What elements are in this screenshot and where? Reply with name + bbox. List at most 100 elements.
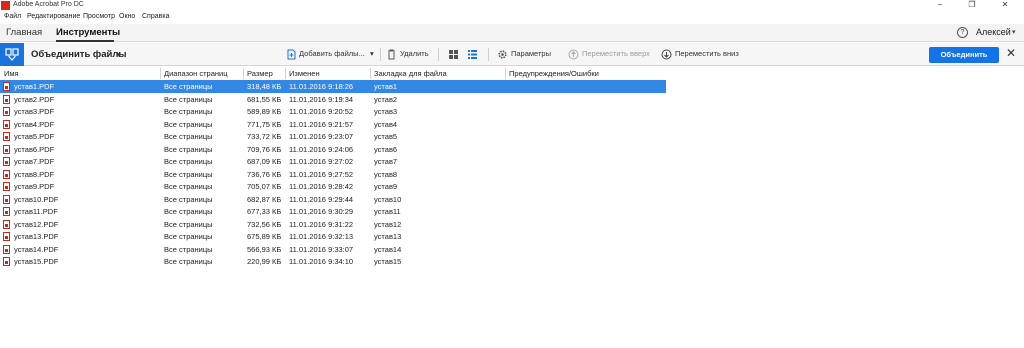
table-row[interactable]: устав15.PDF Все страницы 220,99 КБ 11.01.20…	[0, 255, 666, 268]
table-row[interactable]: устав10.PDF Все страницы 682,87 КБ 11.01.20…	[0, 193, 666, 206]
tool-title-caret-icon[interactable]: ▾	[117, 49, 121, 61]
table-row[interactable]: устав14.PDF Все страницы 566,93 КБ 11.01.20…	[0, 243, 666, 256]
table-row[interactable]: устав1.PDF Все страницы 318,48 КБ 11.01.201…	[0, 80, 666, 93]
page-range-cell[interactable]: Все страницы	[164, 170, 213, 179]
window-close-button[interactable]: ✕	[990, 0, 1020, 11]
close-tool-icon[interactable]: ✕	[1006, 46, 1016, 60]
help-icon[interactable]: ?	[957, 27, 968, 38]
page-range-cell[interactable]: Все страницы	[164, 207, 213, 216]
menu-file[interactable]: Файл	[4, 13, 21, 20]
page-range-cell[interactable]: Все страницы	[164, 82, 213, 91]
page-range-cell[interactable]: Все страницы	[164, 132, 213, 141]
menu-help[interactable]: Справка	[142, 13, 169, 20]
file-name-cell: устав11.PDF	[14, 207, 58, 216]
page-range-cell[interactable]: Все страницы	[164, 195, 213, 204]
table-row[interactable]: устав12.PDF Все страницы 732,56 КБ 11.01.20…	[0, 218, 666, 231]
menu-bar: Файл Редактирование Просмотр Окно Справк…	[0, 12, 1024, 23]
bookmark-cell[interactable]: устав15	[374, 257, 401, 266]
file-size-cell: 681,55 КБ	[247, 94, 282, 104]
list-view-icon[interactable]	[467, 49, 478, 60]
modified-date-cell: 11.01.2016 9:34:10	[289, 257, 354, 266]
bookmark-cell[interactable]: устав11	[374, 207, 401, 216]
column-page-range[interactable]: Диапазон страниц	[164, 69, 228, 78]
file-size-cell: 677,33 КБ	[247, 207, 282, 216]
pdf-file-icon	[3, 144, 10, 154]
table-row[interactable]: устав4.PDF Все страницы 771,75 КБ 11.01.201…	[0, 118, 666, 131]
combine-button[interactable]: Объединить	[929, 47, 999, 63]
menu-window[interactable]: Окно	[119, 13, 135, 20]
grid-view-icon[interactable]	[448, 49, 459, 60]
column-name[interactable]: Имя	[4, 69, 19, 78]
toolbar-divider	[380, 48, 381, 61]
bookmark-cell[interactable]: устав1	[374, 82, 397, 91]
add-files-button[interactable]: Добавить файлы...	[299, 48, 365, 60]
bookmark-cell[interactable]: устав10	[374, 195, 401, 204]
tab-tools[interactable]: Инструменты	[56, 27, 120, 38]
page-range-cell[interactable]: Все страницы	[164, 182, 213, 191]
bookmark-cell[interactable]: устав14	[374, 245, 401, 254]
page-range-cell[interactable]: Все страницы	[164, 145, 213, 154]
page-range-cell[interactable]: Все страницы	[164, 120, 213, 129]
table-row[interactable]: устав5.PDF Все страницы 733,72 КБ 11.01.201…	[0, 130, 666, 143]
bookmark-cell[interactable]: устав9	[374, 182, 397, 191]
bookmark-cell[interactable]: устав12	[374, 220, 401, 229]
file-name-cell: устав9.PDF	[14, 182, 55, 191]
page-range-cell[interactable]: Все страницы	[164, 157, 213, 166]
column-modified[interactable]: Изменен	[289, 69, 320, 78]
bookmark-cell[interactable]: устав8	[374, 170, 397, 179]
table-row[interactable]: устав2.PDF Все страницы 681,55 КБ 11.01.201…	[0, 93, 666, 106]
bookmark-cell[interactable]: устав6	[374, 145, 397, 154]
page-range-cell[interactable]: Все страницы	[164, 107, 213, 116]
bookmark-cell[interactable]: устав2	[374, 95, 397, 104]
tab-home[interactable]: Главная	[6, 27, 42, 38]
table-row[interactable]: устав9.PDF Все страницы 705,07 КБ 11.01.201…	[0, 180, 666, 193]
page-range-cell[interactable]: Все страницы	[164, 95, 213, 104]
column-divider[interactable]	[160, 68, 161, 79]
column-divider[interactable]	[505, 68, 506, 79]
add-files-icon[interactable]	[286, 49, 297, 60]
pdf-file-icon	[3, 232, 10, 241]
column-bookmark[interactable]: Закладка для файла	[374, 69, 447, 78]
bookmark-cell[interactable]: устав13	[374, 232, 401, 241]
page-range-cell[interactable]: Все страницы	[164, 245, 213, 254]
page-range-cell[interactable]: Все страницы	[164, 232, 213, 241]
table-row[interactable]: устав7.PDF Все страницы 687,09 КБ 11.01.201…	[0, 155, 666, 168]
column-warnings[interactable]: Предупреждения/Ошибки	[509, 69, 599, 78]
gear-icon[interactable]	[497, 49, 508, 60]
trash-icon[interactable]	[386, 49, 397, 60]
page-range-cell[interactable]: Все страницы	[164, 220, 213, 229]
pdf-file-icon	[3, 194, 10, 204]
bookmark-cell[interactable]: устав3	[374, 107, 397, 116]
bookmark-cell[interactable]: устав7	[374, 157, 397, 166]
bookmark-cell[interactable]: устав5	[374, 132, 397, 141]
table-row[interactable]: устав8.PDF Все страницы 736,76 КБ 11.01.201…	[0, 168, 666, 181]
table-row[interactable]: устав3.PDF Все страницы 589,89 КБ 11.01.201…	[0, 105, 666, 118]
tool-title[interactable]: Объединить файлы	[31, 49, 127, 60]
move-down-button[interactable]: Переместить вниз	[675, 48, 739, 60]
acrobat-logo-icon	[1, 1, 10, 10]
chevron-down-icon[interactable]: ▾	[1012, 28, 1016, 36]
arrow-down-circle-icon[interactable]	[661, 49, 672, 60]
bookmark-cell[interactable]: устав4	[374, 120, 397, 129]
table-row[interactable]: устав6.PDF Все страницы 709,76 КБ 11.01.201…	[0, 143, 666, 156]
table-row[interactable]: устав11.PDF Все страницы 677,33 КБ 11.01.20…	[0, 205, 666, 218]
column-divider[interactable]	[243, 68, 244, 79]
column-divider[interactable]	[285, 68, 286, 79]
page-range-cell[interactable]: Все страницы	[164, 257, 213, 266]
options-button[interactable]: Параметры	[511, 48, 551, 60]
modified-date-cell: 11.01.2016 9:28:42	[289, 182, 354, 191]
pdf-file-icon	[3, 244, 10, 254]
restore-button[interactable]: ❐	[957, 0, 987, 11]
minimize-button[interactable]: –	[925, 0, 955, 11]
combine-tool-icon	[0, 43, 24, 66]
delete-button[interactable]: Удалить	[400, 48, 429, 60]
column-divider[interactable]	[370, 68, 371, 79]
add-files-caret-icon[interactable]: ▾	[370, 48, 374, 60]
table-row[interactable]: устав13.PDF Все страницы 675,89 КБ 11.01.20…	[0, 230, 666, 243]
menu-edit[interactable]: Редактирование	[27, 13, 80, 20]
user-menu[interactable]: Алексей	[976, 27, 1011, 37]
file-name-cell: устав5.PDF	[14, 132, 55, 141]
menu-view[interactable]: Просмотр	[83, 13, 115, 20]
file-size-cell: 682,87 КБ	[247, 194, 282, 204]
column-size[interactable]: Размер	[247, 69, 273, 78]
